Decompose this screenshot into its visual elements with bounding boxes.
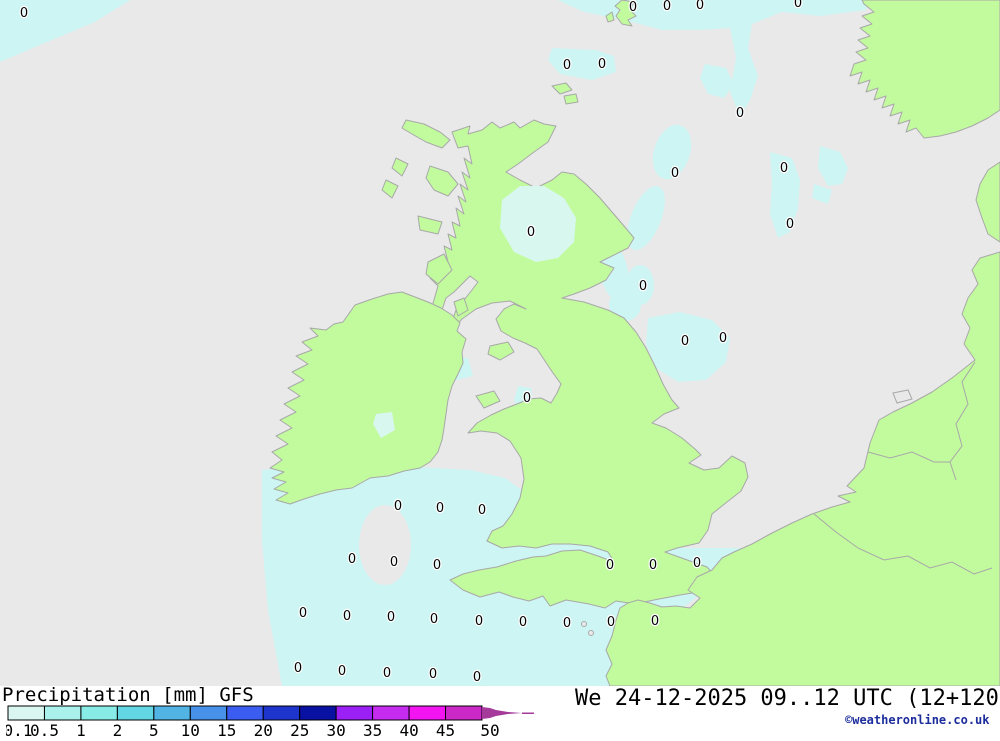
map-canvas: 0 0 0 0 0 0 0 0 0 0 0 0 0 0 0 0 0 0 0 0 0 0 0 0 0 0 0 0 0 0 0 0 0 0 0 0 0 0 0 <box>0 0 1000 686</box>
zero-marker: 0 <box>786 217 794 232</box>
copyright-link[interactable]: ©weatheronline.co.uk <box>845 713 990 727</box>
legend-arrow-stem <box>521 712 534 714</box>
zero-marker: 0 <box>394 499 402 514</box>
zero-marker: 0 <box>387 610 395 625</box>
zero-marker: 0 <box>780 161 788 176</box>
legend-segment <box>445 705 483 721</box>
legend-segment <box>226 705 264 721</box>
legend-segment <box>43 705 82 721</box>
zero-marker: 0 <box>436 501 444 516</box>
zero-marker: 0 <box>429 667 437 682</box>
zero-marker: 0 <box>607 615 615 630</box>
zero-marker: 0 <box>430 612 438 627</box>
legend-tick-label: 20 <box>254 721 273 740</box>
zero-marker: 0 <box>629 0 637 15</box>
legend-tick-label: 45 <box>436 721 455 740</box>
precipitation-legend: 0.10.5 1 2 5 10 15 20 25 30 35 40 45 50 <box>6 705 534 740</box>
legend-tick-label: 35 <box>363 721 382 740</box>
zero-marker: 0 <box>719 331 727 346</box>
legend-segment <box>189 705 228 721</box>
legend-tick-label: 30 <box>326 721 345 740</box>
legend-tick-label: 2 <box>113 721 123 740</box>
zero-marker: 0 <box>433 558 441 573</box>
dry-sea-holes <box>359 505 411 585</box>
zero-marker: 0 <box>519 615 527 630</box>
legend-segment <box>299 705 337 721</box>
forecast-timestamp: We 24-12-2025 09..12 UTC (12+120 <box>575 686 999 711</box>
map-title: Precipitation [mm] GFS <box>2 684 254 706</box>
zero-marker: 0 <box>736 106 744 121</box>
zero-marker: 0 <box>343 609 351 624</box>
zero-marker: 0 <box>598 57 606 72</box>
channel-island <box>581 621 587 627</box>
legend-tick-label: 0.1 <box>6 721 32 740</box>
legend-tick-label: 0.5 <box>30 721 59 740</box>
zero-marker: 0 <box>696 0 704 13</box>
zero-marker: 0 <box>794 0 802 11</box>
zero-marker: 0 <box>606 558 614 573</box>
zero-marker: 0 <box>473 670 481 685</box>
legend-tick-label: 40 <box>399 721 418 740</box>
map-footer: Precipitation [mm] GFS 0.1 0.5 1 2 5 10 15 20 25… <box>0 684 1000 740</box>
zero-marker: 0 <box>649 558 657 573</box>
zero-marker: 0 <box>671 166 679 181</box>
zero-marker: 0 <box>563 58 571 73</box>
weather-map-page: { "title": { "label": "Precipitation [mm… <box>0 0 1000 740</box>
legend-tick-label: 15 <box>217 721 236 740</box>
legend-segment <box>116 705 155 721</box>
zero-marker: 0 <box>523 391 531 406</box>
dry-patch <box>359 505 411 585</box>
legend-segment <box>408 705 447 721</box>
legend-overflow-arrow <box>481 707 522 719</box>
legend-segment <box>335 705 374 721</box>
zero-marker: 0 <box>478 503 486 518</box>
legend-tick-label: 5 <box>149 721 159 740</box>
zero-marker: 0 <box>527 225 535 240</box>
zero-marker: 0 <box>693 556 701 571</box>
legend-segment <box>372 705 410 721</box>
legend-segment <box>7 705 45 721</box>
zero-marker: 0 <box>294 661 302 676</box>
legend-tick-label: 25 <box>290 721 309 740</box>
zero-marker: 0 <box>651 614 659 629</box>
zero-marker: 0 <box>20 6 28 21</box>
channel-island <box>588 630 594 636</box>
zero-marker: 0 <box>639 279 647 294</box>
zero-marker: 0 <box>383 666 391 681</box>
orkney-islet <box>563 93 579 105</box>
legend-tick-label: 50 <box>480 721 499 740</box>
zero-marker: 0 <box>475 614 483 629</box>
zero-marker: 0 <box>299 606 307 621</box>
zero-marker: 0 <box>681 334 689 349</box>
legend-tick-label: 1 <box>76 721 86 740</box>
legend-tick-label: 10 <box>181 721 200 740</box>
zero-marker: 0 <box>348 552 356 567</box>
legend-segment <box>153 705 191 721</box>
zero-marker: 0 <box>338 664 346 679</box>
precipitation-map: 0 0 0 0 0 0 0 0 0 0 0 0 0 0 0 0 0 0 0 0 0 0 0 0 0 0 0 0 0 0 0 0 0 0 0 0 0 0 0 <box>0 0 1000 686</box>
zero-marker: 0 <box>563 616 571 631</box>
legend-segment <box>80 705 118 721</box>
zero-marker: 0 <box>390 555 398 570</box>
zero-marker: 0 <box>663 0 671 14</box>
legend-segment <box>262 705 301 721</box>
